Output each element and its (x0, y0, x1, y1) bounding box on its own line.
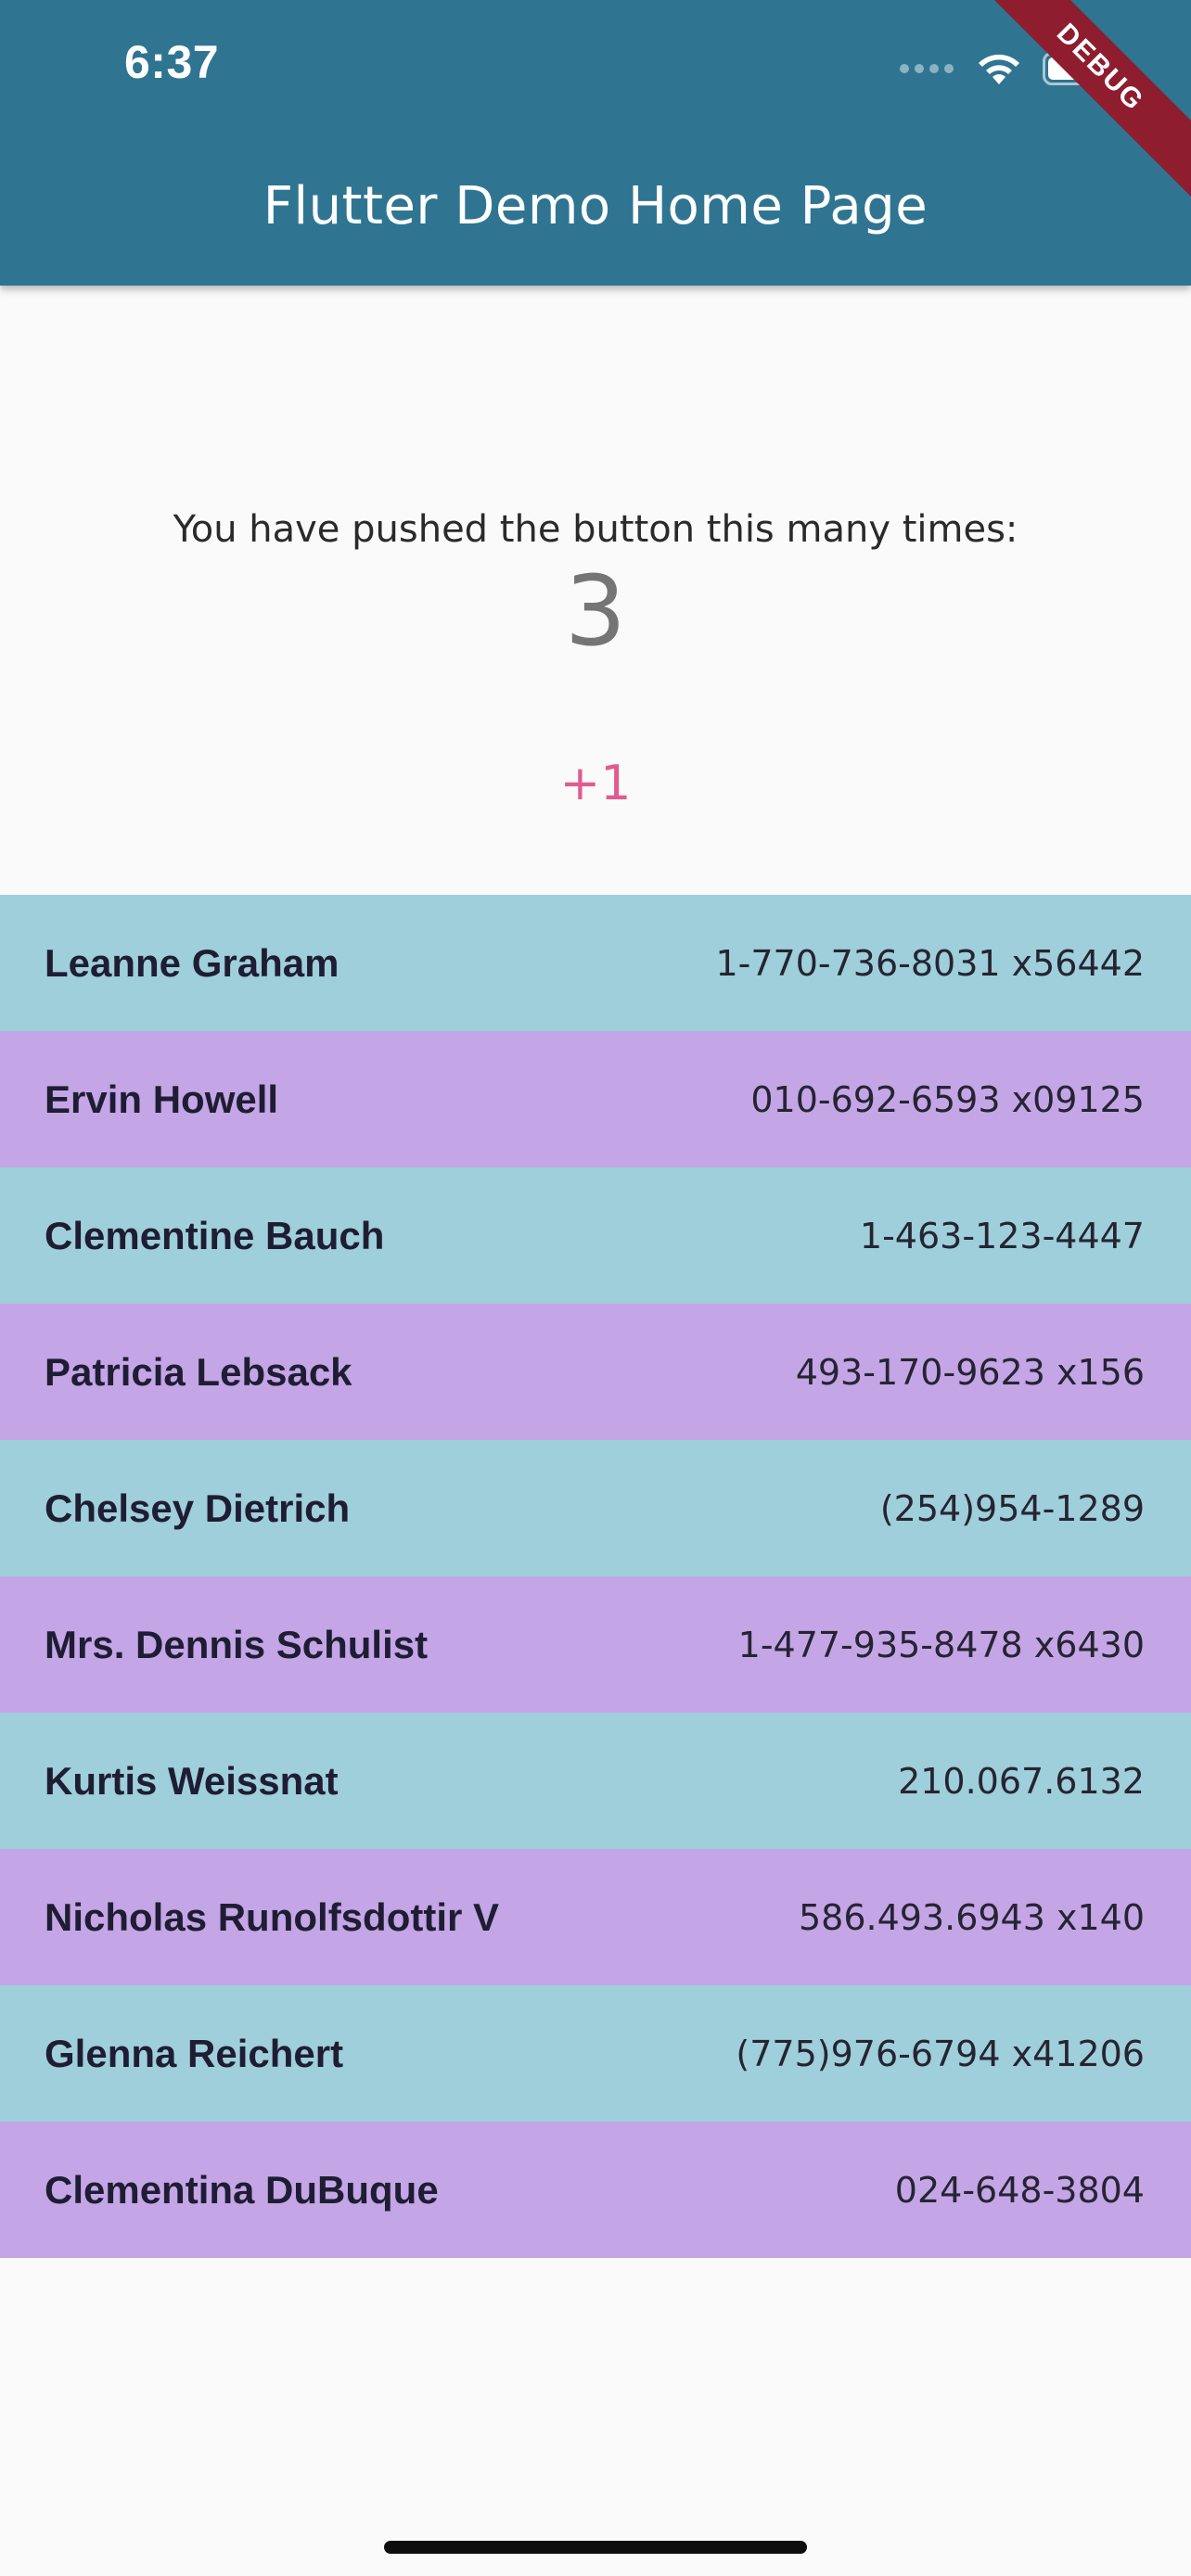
contact-name: Kurtis Weissnat (45, 1758, 339, 1803)
contact-name: Chelsey Dietrich (45, 1486, 351, 1530)
contact-row[interactable]: Ervin Howell 010-692-6593 x09125 (0, 1031, 1191, 1167)
contact-name: Ervin Howell (45, 1077, 279, 1121)
contact-name: Nicholas Runolfsdottir V (45, 1894, 500, 1939)
signal-dots-icon (900, 64, 954, 73)
contact-name: Mrs. Dennis Schulist (45, 1622, 429, 1666)
contact-phone: 024-648-3804 (894, 2169, 1145, 2211)
contact-row[interactable]: Clementina DuBuque 024-648-3804 (0, 2122, 1191, 2258)
wifi-icon (979, 54, 1019, 84)
contact-phone: 1-770-736-8031 x56442 (715, 942, 1145, 984)
contacts-list: Leanne Graham 1-770-736-8031 x56442 Ervi… (0, 895, 1191, 2258)
status-bar-time: 6:37 (124, 36, 220, 88)
contact-phone: (254)954-1289 (879, 1487, 1145, 1529)
contact-row[interactable]: Patricia Lebsack 493-170-9623 x156 (0, 1304, 1191, 1440)
contact-phone: (775)976-6794 x41206 (736, 2033, 1145, 2074)
contact-name: Glenna Reichert (45, 2031, 344, 2075)
counter-label: You have pushed the button this many tim… (173, 508, 1018, 551)
page-title: Flutter Demo Home Page (263, 176, 928, 236)
contact-phone: 010-692-6593 x09125 (750, 1078, 1145, 1120)
contact-row[interactable]: Nicholas Runolfsdottir V 586.493.6943 x1… (0, 1849, 1191, 1985)
contact-name: Clementina DuBuque (45, 2167, 439, 2212)
contact-row[interactable]: Mrs. Dennis Schulist 1-477-935-8478 x643… (0, 1576, 1191, 1713)
contact-phone: 210.067.6132 (898, 1760, 1145, 1802)
contact-phone: 1-463-123-4447 (859, 1215, 1145, 1256)
contact-row[interactable]: Clementine Bauch 1-463-123-4447 (0, 1167, 1191, 1304)
contact-name: Patricia Lebsack (45, 1349, 352, 1394)
contact-row[interactable]: Leanne Graham 1-770-736-8031 x56442 (0, 895, 1191, 1031)
contact-row[interactable]: Glenna Reichert (775)976-6794 x41206 (0, 1985, 1191, 2122)
contact-name: Leanne Graham (45, 940, 339, 985)
counter-value: 3 (564, 555, 627, 668)
contact-row[interactable]: Chelsey Dietrich (254)954-1289 (0, 1440, 1191, 1576)
app-bar: 6:37 Flutter Demo Home Page (0, 0, 1191, 286)
contact-phone: 1-477-935-8478 x6430 (737, 1624, 1145, 1665)
contact-row[interactable]: Kurtis Weissnat 210.067.6132 (0, 1713, 1191, 1849)
increment-button[interactable]: +1 (503, 742, 688, 825)
contact-phone: 586.493.6943 x140 (798, 1896, 1145, 1938)
contact-name: Clementine Bauch (45, 1213, 385, 1257)
home-indicator (384, 2541, 807, 2554)
contact-phone: 493-170-9623 x156 (795, 1351, 1145, 1393)
